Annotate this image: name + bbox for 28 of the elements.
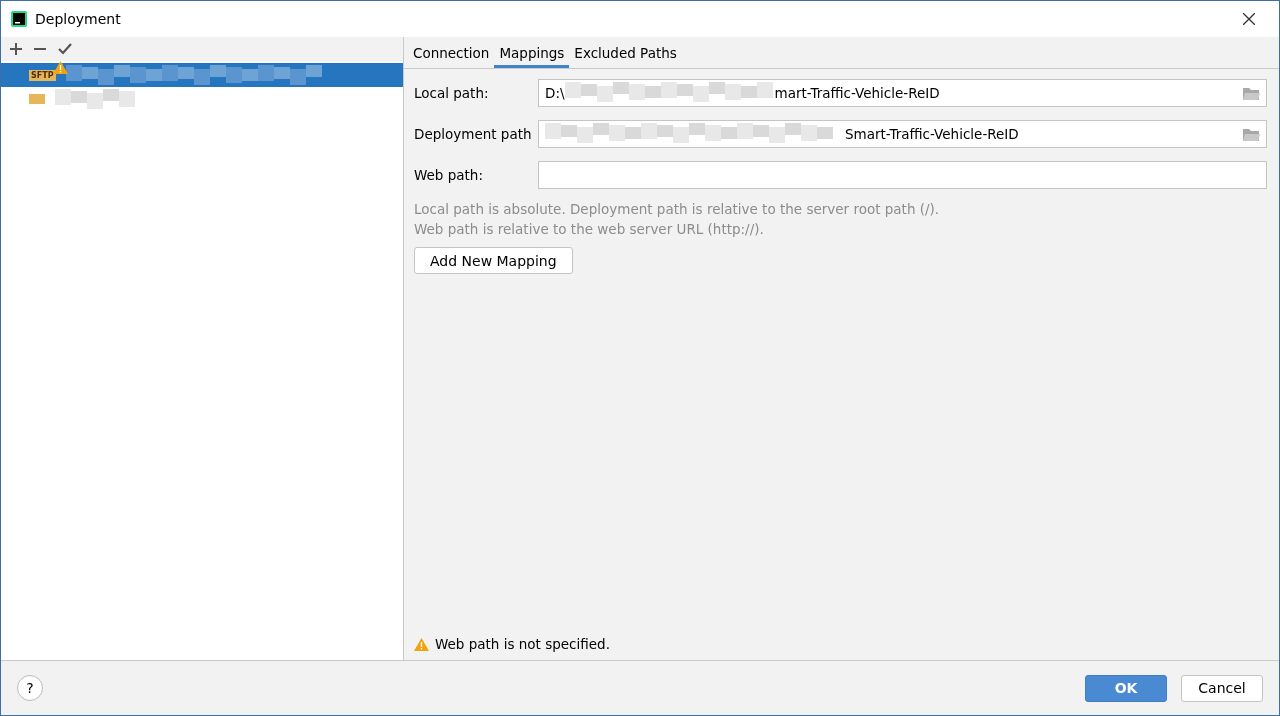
- hint-text: Web path is relative to the web server URL (http://).: [414, 220, 765, 239]
- hint-text: Local path is absolute. Deployment path is relative to the server root path (/).: [414, 200, 941, 219]
- help-button[interactable]: ?: [17, 675, 43, 701]
- path-field[interactable]: D:\ mart-Traffic-Vehicle-ReID: [538, 79, 1267, 107]
- tab[interactable]: Connection: [408, 37, 495, 68]
- check-icon[interactable]: [58, 43, 72, 55]
- app-logo-icon: [11, 11, 27, 27]
- field-value: mart-Traffic-Vehicle-ReID: [774, 85, 941, 101]
- path-field[interactable]: Smart-Traffic-Vehicle-ReID: [538, 120, 1267, 148]
- add-icon[interactable]: [10, 43, 22, 55]
- add-mapping-button[interactable]: Add New Mapping: [414, 247, 573, 274]
- field-label: Deployment path: [414, 126, 533, 142]
- field-value: D:\: [545, 85, 565, 101]
- warning-icon: [414, 637, 429, 651]
- window-title: Deployment: [35, 11, 122, 27]
- tab[interactable]: Excluded Paths: [569, 37, 682, 68]
- server-badge: SFTP: [29, 69, 56, 81]
- ok-button[interactable]: OK: [1085, 674, 1167, 702]
- field-label: Local path:: [414, 85, 490, 101]
- close-icon[interactable]: [1243, 13, 1255, 25]
- field-value: Smart-Traffic-Vehicle-ReID: [845, 126, 1020, 142]
- warning-text: Web path is not specified.: [435, 636, 610, 652]
- field-label: Web path:: [414, 167, 484, 183]
- server-item[interactable]: SFTP: [1, 63, 403, 87]
- cancel-button[interactable]: Cancel: [1181, 674, 1263, 702]
- path-field[interactable]: [538, 161, 1267, 189]
- server-icon: [29, 94, 45, 104]
- tab[interactable]: Mappings: [494, 37, 570, 68]
